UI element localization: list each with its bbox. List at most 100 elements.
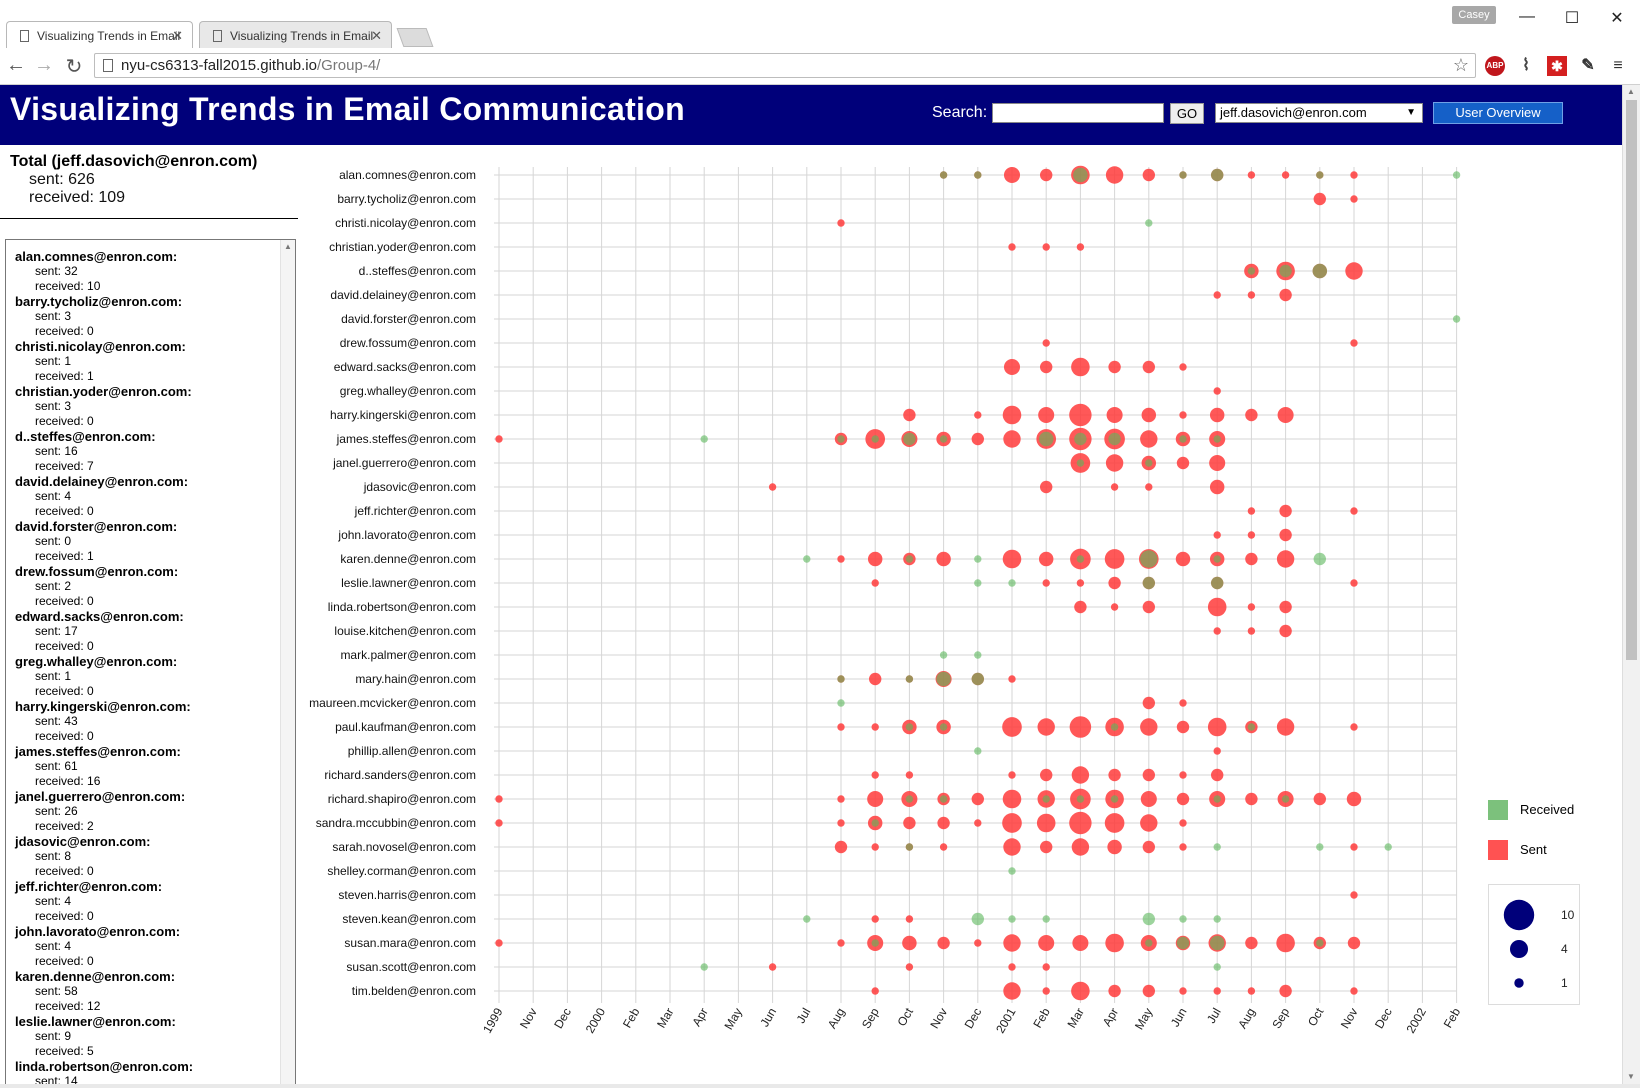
edit-icon[interactable]: ✎	[1578, 56, 1598, 76]
close-tab-icon[interactable]: ✕	[172, 28, 183, 44]
sent-bubble	[1003, 358, 1021, 376]
received-bubble	[1042, 915, 1050, 923]
sent-bubble	[1209, 454, 1226, 472]
sent-bubble	[1104, 813, 1125, 833]
browser-toolbar: ← → ↻ nyu-cs6313-fall2015.github.io/Grou…	[0, 48, 1640, 85]
sent-bubble	[1207, 597, 1227, 617]
minimize-icon[interactable]: —	[1512, 8, 1542, 26]
scroll-up-icon[interactable]: ▲	[1627, 87, 1635, 96]
received-bubble	[905, 675, 914, 683]
contact-name[interactable]: david.forster@enron.com:	[15, 519, 275, 534]
contact-name[interactable]: d..steffes@enron.com:	[15, 429, 275, 444]
contact-name[interactable]: drew.fossum@enron.com:	[15, 564, 275, 579]
address-bar[interactable]: nyu-cs6313-fall2015.github.io/Group-4/ ☆	[94, 53, 1476, 78]
row-label: jdasovic@enron.com	[363, 480, 476, 494]
sent-bubble	[1069, 811, 1092, 835]
scroll-up-icon[interactable]: ▲	[284, 242, 292, 251]
bookmark-star-icon[interactable]: ☆	[1453, 54, 1469, 77]
contact-name[interactable]: jdasovic@enron.com:	[15, 834, 275, 849]
size-legend-label: 4	[1561, 942, 1568, 956]
contact-name[interactable]: leslie.lawner@enron.com:	[15, 1014, 275, 1029]
received-bubble	[1076, 555, 1085, 563]
contact-name[interactable]: harry.kingerski@enron.com:	[15, 699, 275, 714]
sent-bubble	[1140, 814, 1158, 832]
received-bubble	[1008, 867, 1016, 875]
contact-name[interactable]: linda.robertson@enron.com:	[15, 1059, 275, 1074]
contact-list[interactable]: alan.comnes@enron.com: sent: 32 received: …	[5, 239, 296, 1088]
contact-received: received: 5	[35, 1044, 94, 1058]
forward-arrow-icon[interactable]: →	[32, 54, 56, 77]
reload-icon[interactable]: ↻	[62, 54, 86, 79]
sent-bubble	[971, 432, 984, 446]
search-input[interactable]	[992, 103, 1164, 123]
sent-bubble	[1276, 718, 1295, 736]
menu-icon[interactable]: ≡	[1608, 56, 1628, 76]
x-tick-label: Feb	[620, 1005, 643, 1030]
sent-bubble	[1279, 984, 1292, 998]
received-bubble	[1316, 171, 1324, 179]
adblock-icon[interactable]: ABP	[1485, 56, 1505, 76]
sent-bubble	[1040, 480, 1053, 494]
close-tab-icon[interactable]: ✕	[371, 28, 382, 44]
pulse-icon[interactable]: ⌇	[1516, 56, 1536, 76]
sent-bubble	[974, 939, 982, 947]
contact-name[interactable]: james.steffes@enron.com:	[15, 744, 275, 759]
contact-name[interactable]: barry.tycholiz@enron.com:	[15, 294, 275, 309]
sent-bubble	[1037, 718, 1055, 736]
contact-name[interactable]: janel.guerrero@enron.com:	[15, 789, 275, 804]
contact-name[interactable]: edward.sacks@enron.com:	[15, 609, 275, 624]
sent-bubble	[1003, 838, 1021, 856]
sent-bubble	[768, 483, 777, 491]
row-label: christian.yoder@enron.com	[329, 240, 476, 254]
browser-tab-active[interactable]: Visualizing Trends in Email ✕	[6, 21, 193, 49]
received-bubble	[1042, 795, 1050, 803]
contact-name[interactable]: alan.comnes@enron.com:	[15, 249, 275, 264]
received-bubble	[1213, 435, 1221, 443]
back-arrow-icon[interactable]: ←	[4, 54, 28, 77]
asterisk-extension-icon[interactable]: ✱	[1547, 56, 1567, 76]
contact-name[interactable]: jeff.richter@enron.com:	[15, 879, 275, 894]
contact-received: received: 1	[35, 369, 94, 383]
page-bottom-edge	[0, 1084, 1640, 1088]
contact-name[interactable]: david.delainey@enron.com:	[15, 474, 275, 489]
browser-tab[interactable]: Visualizing Trends in Email ✕	[199, 21, 392, 48]
go-button[interactable]: GO	[1170, 103, 1204, 124]
user-select[interactable]: jeff.dasovich@enron.com ▼	[1215, 103, 1423, 123]
sent-bubble	[1276, 550, 1295, 568]
sent-bubble	[495, 795, 503, 803]
contact-sent: sent: 58	[35, 984, 78, 998]
sent-bubble	[1140, 430, 1158, 448]
contact-received: received: 12	[35, 999, 101, 1013]
sent-bubble	[1209, 407, 1225, 423]
contact-name[interactable]: john.lavorato@enron.com:	[15, 924, 275, 939]
received-bubble	[1211, 576, 1224, 590]
contact-sent: sent: 61	[35, 759, 78, 773]
contact-name[interactable]: christian.yoder@enron.com:	[15, 384, 275, 399]
received-bubble	[1176, 936, 1190, 950]
totals-received: received: 109	[29, 189, 126, 206]
received-bubble	[837, 435, 845, 443]
contact-sent: sent: 8	[35, 849, 72, 863]
received-bubble	[1142, 576, 1155, 590]
received-bubble	[974, 555, 982, 563]
profile-badge[interactable]: Casey	[1452, 6, 1496, 24]
maximize-icon[interactable]: ☐	[1557, 8, 1587, 28]
sent-bubble	[1108, 984, 1121, 998]
contact-name[interactable]: greg.whalley@enron.com:	[15, 654, 275, 669]
user-overview-button[interactable]: User Overview	[1433, 102, 1563, 124]
contact-list-scrollbar[interactable]: ▲	[280, 240, 295, 1088]
received-bubble	[939, 171, 948, 179]
contact-name[interactable]: karen.denne@enron.com:	[15, 969, 275, 984]
received-bubble	[803, 555, 811, 563]
dropdown-arrow-icon: ▼	[1406, 107, 1416, 118]
sent-bubble	[937, 936, 950, 950]
sent-bubble	[834, 840, 848, 854]
close-window-icon[interactable]: ✕	[1602, 8, 1632, 28]
scroll-down-icon[interactable]: ▼	[1627, 1072, 1635, 1081]
scrollbar-thumb[interactable]	[1626, 100, 1637, 660]
contact-name[interactable]: christi.nicolay@enron.com:	[15, 339, 275, 354]
x-tick-label: Dec	[962, 1006, 985, 1031]
page-scrollbar[interactable]: ▲ ▼	[1622, 85, 1640, 1085]
new-tab-button[interactable]	[396, 28, 434, 47]
divider	[0, 218, 298, 219]
